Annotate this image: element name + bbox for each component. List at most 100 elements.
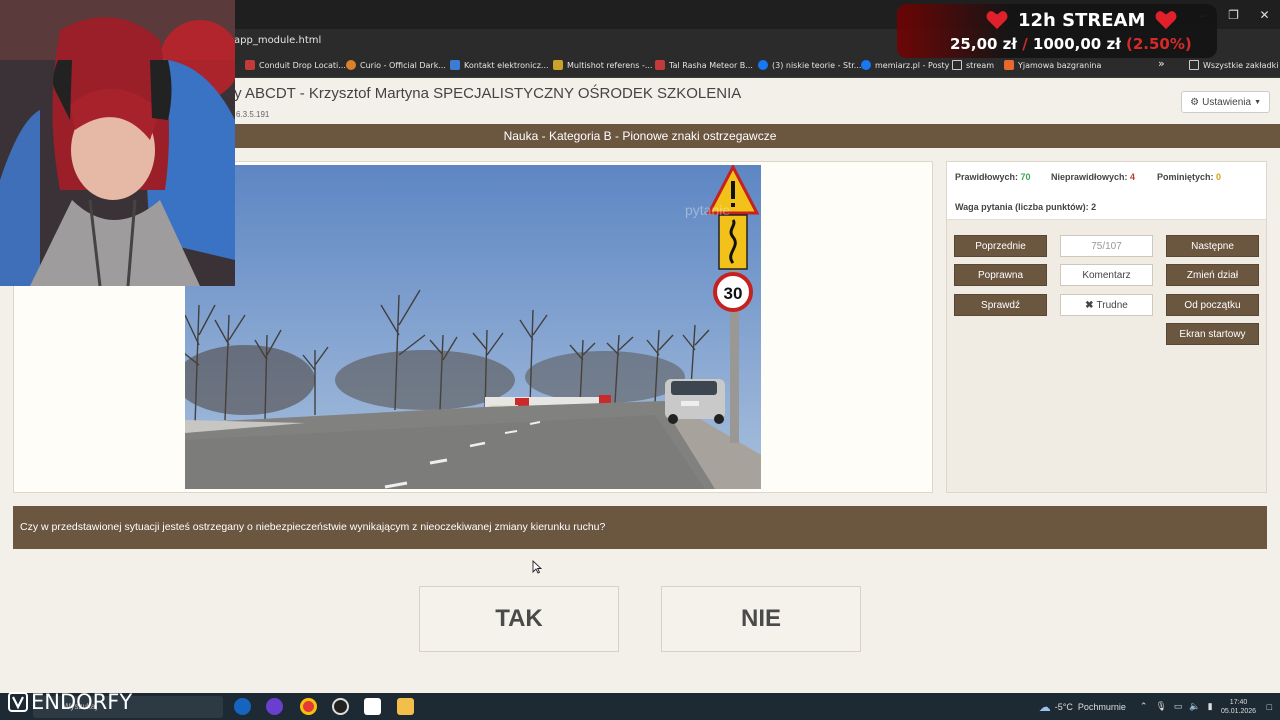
stat-skipped-value: 0	[1216, 172, 1222, 182]
image-watermark: pytanie	[685, 202, 730, 218]
facebook-icon	[758, 60, 768, 70]
bookmark-label: Wszystkie zakładki	[1203, 60, 1279, 70]
next-button[interactable]: Następne	[1166, 235, 1259, 257]
hard-toggle-button[interactable]: ✖ Trudne	[1060, 294, 1153, 316]
bookmarks-more-button[interactable]: »	[1158, 57, 1165, 70]
check-button[interactable]: Sprawdź	[954, 294, 1047, 316]
stat-wrong: Nieprawidłowych: 4	[1051, 172, 1135, 182]
bookmark-item[interactable]: Curio - Official Dark...	[346, 60, 446, 70]
bookmark-favicon-icon	[346, 60, 356, 70]
settings-button[interactable]: ⚙ Ustawienia ▼	[1181, 91, 1270, 113]
bookmark-label: Tal Rasha Meteor B...	[669, 60, 753, 70]
bookmark-item[interactable]: Conduit Drop Locati...	[245, 60, 346, 70]
notification-icon[interactable]: □	[1267, 702, 1272, 712]
gear-icon: ⚙	[1190, 96, 1200, 108]
bookmark-favicon-icon	[245, 60, 255, 70]
change-section-button[interactable]: Zmień dział	[1166, 264, 1259, 286]
hard-label: Trudne	[1096, 299, 1128, 311]
cloud-icon: ☁	[1038, 699, 1051, 714]
volume-icon[interactable]: 🔈	[1189, 701, 1200, 712]
close-icon[interactable]: ✕	[1249, 0, 1280, 29]
battery-icon[interactable]: ▮	[1208, 701, 1213, 712]
brand-logo: ENDORFY	[8, 690, 132, 714]
bookmark-label: Curio - Official Dark...	[360, 60, 446, 70]
bookmark-folder[interactable]: stream	[952, 60, 994, 70]
page-title: ty ABCDT - Krzysztof Martyna SPECJALISTY…	[230, 85, 742, 102]
donation-percent: (2.50%)	[1126, 35, 1192, 53]
chevron-up-icon[interactable]: ⌃	[1140, 701, 1148, 712]
start-screen-button[interactable]: Ekran startowy	[1166, 323, 1259, 345]
caret-down-icon: ▼	[1254, 98, 1261, 106]
stat-correct-label: Prawidłowych:	[955, 172, 1019, 182]
bookmark-item[interactable]: Multishot referens -...	[553, 60, 652, 70]
bookmark-label: memiarz.pl - Posty	[875, 60, 950, 70]
bookmark-label: Yjamowa bazgranina	[1018, 60, 1102, 70]
answer-no-button[interactable]: NIE	[661, 586, 861, 652]
bookmark-favicon-icon	[655, 60, 665, 70]
chevron-double-right-icon: »	[1158, 57, 1165, 70]
restart-button[interactable]: Od początku	[1166, 294, 1259, 316]
donation-raised: 25,00 zł	[950, 35, 1017, 53]
stream-title: 12h STREAM	[1018, 10, 1146, 31]
chrome-icon[interactable]	[300, 698, 317, 715]
speed-limit-text: 30	[724, 284, 743, 303]
endorfy-logo-icon	[8, 692, 28, 712]
stat-skipped: Pominiętych: 0	[1157, 172, 1221, 182]
clock[interactable]: 17:40 05.01.2026	[1217, 698, 1261, 716]
heart-icon	[1155, 11, 1177, 30]
bookmark-item[interactable]: (3) niskie teorie - Str...	[758, 60, 861, 70]
brand-name: ENDORFY	[31, 690, 133, 714]
weather-text[interactable]: -5°C Pochmurnie	[1055, 702, 1126, 712]
obs-icon[interactable]	[332, 698, 349, 715]
bookmark-label: Conduit Drop Locati...	[259, 60, 346, 70]
bookmark-folder[interactable]: Wszystkie zakładki	[1189, 60, 1278, 70]
restore-icon[interactable]: ❐	[1218, 0, 1249, 29]
stat-wrong-label: Nieprawidłowych:	[1051, 172, 1128, 182]
folder-icon[interactable]	[397, 698, 414, 715]
bookmark-item[interactable]: Kontakt elektronicz...	[450, 60, 549, 70]
stat-skipped-label: Pominiętych:	[1157, 172, 1214, 182]
question-text: Czy w przedstawionej sytuacji jesteś ost…	[13, 506, 1267, 549]
folder-icon	[952, 60, 962, 70]
bookmark-item[interactable]: Yjamowa bazgranina	[1004, 60, 1101, 70]
folder-icon	[1189, 60, 1199, 70]
app-icon[interactable]	[266, 698, 283, 715]
microphone-icon[interactable]: 🎙	[1155, 701, 1166, 712]
bookmark-label: (3) niskie teorie - Str...	[772, 60, 862, 70]
stat-wrong-value: 4	[1130, 172, 1136, 182]
bookmark-item[interactable]: memiarz.pl - Posty	[861, 60, 949, 70]
app-icon[interactable]	[364, 698, 381, 715]
bookmark-label: stream	[966, 60, 995, 70]
taskbar: Wyszukaj ☁ -5°C Pochmurnie ⌃ 🎙 ▭ 🔈 ▮ 17:…	[0, 693, 1280, 720]
donation-goal: 25,00 zł / 1000,00 zł (2.50%)	[950, 35, 1192, 53]
stat-correct: Prawidłowych: 70	[955, 172, 1031, 182]
clock-date: 05.01.2026	[1221, 707, 1257, 715]
settings-label: Ustawienia	[1202, 96, 1252, 108]
facebook-icon	[861, 60, 871, 70]
bookmark-favicon-icon	[553, 60, 563, 70]
question-image: 30 pytanie	[185, 165, 761, 489]
donation-separator: /	[1022, 35, 1028, 53]
bookmark-favicon-icon	[1004, 60, 1014, 70]
system-tray: ☁ -5°C Pochmurnie ⌃ 🎙 ▭ 🔈 ▮ 17:40 05.01.…	[1039, 693, 1280, 720]
previous-button[interactable]: Poprzednie	[954, 235, 1047, 257]
url-text[interactable]: app_module.html	[234, 35, 321, 46]
correct-answer-button[interactable]: Poprawna	[954, 264, 1047, 286]
mouse-cursor-icon	[532, 560, 542, 574]
close-icon: ✖	[1085, 299, 1094, 311]
question-counter: 75/107	[1060, 235, 1153, 257]
webcam-overlay	[0, 0, 235, 286]
answer-yes-button[interactable]: TAK	[419, 586, 619, 652]
question-weight: Waga pytania (liczba punktów): 2	[955, 202, 1097, 212]
donation-goal-amount: 1000,00 zł	[1032, 35, 1121, 53]
heart-icon	[986, 11, 1008, 30]
app-version: 6.3.5.191	[236, 110, 270, 119]
bookmark-item[interactable]: Tal Rasha Meteor B...	[655, 60, 753, 70]
bookmark-label: Kontakt elektronicz...	[464, 60, 549, 70]
clock-time: 17:40	[1229, 698, 1248, 706]
comment-button[interactable]: Komentarz	[1060, 264, 1153, 286]
bookmark-label: Multishot referens -...	[567, 60, 653, 70]
network-icon[interactable]: ▭	[1174, 701, 1183, 712]
stats-box: Prawidłowych: 70 Nieprawidłowych: 4 Pomi…	[947, 162, 1266, 220]
app-icon[interactable]	[234, 698, 251, 715]
